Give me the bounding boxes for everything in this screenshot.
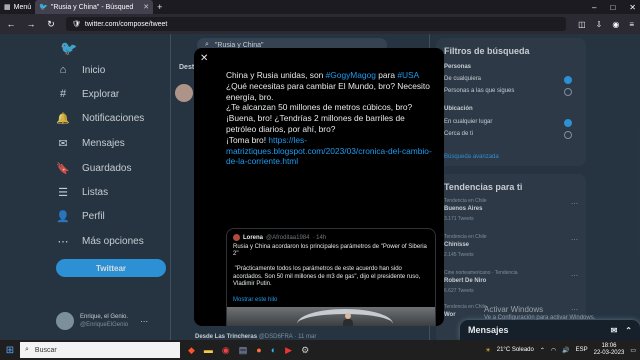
pocket-icon[interactable]: ◫ xyxy=(578,20,586,29)
file-explorer-icon[interactable]: ▬ xyxy=(204,345,213,356)
windows-activation-watermark: Activar Windows Ve a Configuración para … xyxy=(484,305,595,321)
downloads-icon[interactable]: ⇩ xyxy=(596,20,603,29)
menu-icon: ▦ xyxy=(4,4,11,11)
quoted-media-image[interactable] xyxy=(227,307,435,326)
clock-date: 22-03-2023 xyxy=(593,350,625,356)
quoted-text: Rusia y China acordaron los principales … xyxy=(233,244,427,288)
hashtag-link[interactable]: #GogyMagog xyxy=(326,70,376,80)
messages-title: Mensajes xyxy=(468,325,509,335)
tweet-text-part: ¿Qué necesitas para cambiar El Mundo, br… xyxy=(226,80,430,145)
avatar xyxy=(233,234,240,241)
compose-tweet-modal: ✕ China y Rusia unidas, son #GogyMagog p… xyxy=(194,48,444,326)
reload-icon[interactable]: ↻ xyxy=(46,19,56,30)
close-tab-icon[interactable]: ✕ xyxy=(143,3,149,11)
weather-icon: ☀ xyxy=(485,347,491,354)
activation-title: Activar Windows xyxy=(484,305,544,314)
wifi-icon[interactable]: ◠ xyxy=(551,347,556,354)
settings-icon[interactable]: ⚙ xyxy=(301,345,309,356)
close-icon[interactable]: ✕ xyxy=(200,53,208,64)
shield-icon: 🛡 xyxy=(72,21,81,28)
forward-icon[interactable]: → xyxy=(26,19,36,29)
volume-icon[interactable]: 🔊 xyxy=(562,347,569,354)
weather-text[interactable]: 21°C Soleado xyxy=(497,347,534,353)
hashtag-link[interactable]: #USA xyxy=(397,70,419,80)
address-row: ← → ↻ 🛡 twitter.com/compose/tweet ◫ ⇩ ◉ … xyxy=(0,14,640,34)
show-thread-link[interactable]: Mostrar este hilo xyxy=(233,297,277,303)
url-bar[interactable]: 🛡 twitter.com/compose/tweet xyxy=(66,17,566,31)
edge-icon[interactable]: ◐ xyxy=(271,345,276,356)
browser-tabbar: ▦ Menú 🐦 "Rusia y China" - Búsqued ✕ + –… xyxy=(0,0,640,14)
new-tab-button[interactable]: + xyxy=(157,2,162,12)
language-indicator[interactable]: ESP xyxy=(576,347,588,353)
menu-hamburger-icon[interactable]: ≡ xyxy=(629,20,634,29)
account-icon[interactable]: ◉ xyxy=(612,20,619,29)
quoted-author: Lorena xyxy=(243,234,264,241)
chevron-up-icon[interactable]: ⌃ xyxy=(625,326,632,335)
new-message-icon[interactable]: ✉ xyxy=(611,326,618,335)
chrome-icon[interactable]: ◉ xyxy=(222,345,230,356)
windows-start-icon[interactable]: ⊞ xyxy=(0,345,20,356)
brave-icon[interactable]: ◆ xyxy=(188,345,195,356)
windows-taskbar: ⊞ ⌕ Buscar ◆ ▬ ◉ ▤ ● ◐ ▶ ⚙ ☀ 21°C Solead… xyxy=(0,340,640,360)
tab-twitter-search[interactable]: 🐦 "Rusia y China" - Búsqued ✕ xyxy=(35,0,154,14)
maximize-icon[interactable]: □ xyxy=(610,3,615,12)
chevron-up-icon[interactable]: ⌃ xyxy=(540,347,545,354)
person-body-shape xyxy=(343,319,353,326)
clock[interactable]: 18:06 22-03-2023 xyxy=(594,343,625,357)
menu-tab[interactable]: ▦ Menú xyxy=(0,0,35,14)
minimize-icon[interactable]: – xyxy=(592,3,596,12)
back-icon[interactable]: ← xyxy=(6,19,16,29)
quoted-tweet[interactable]: Lorena @Afroditaa1984 · 14h Rusia y Chin… xyxy=(226,228,436,326)
search-placeholder: Buscar xyxy=(34,346,57,354)
notifications-icon[interactable]: ▭ xyxy=(630,347,636,354)
tweet-text-part: China y Rusia unidas, son xyxy=(226,70,326,80)
close-window-icon[interactable]: ✕ xyxy=(629,3,636,12)
clock-time: 18:06 xyxy=(601,343,617,349)
tweet-text-part: para xyxy=(375,70,398,80)
tweet-composer-text[interactable]: China y Rusia unidas, son #GogyMagog par… xyxy=(226,70,436,167)
url-text: twitter.com/compose/tweet xyxy=(84,20,168,28)
notepad-icon[interactable]: ▤ xyxy=(239,345,248,356)
quoted-tweet-header: Lorena @Afroditaa1984 · 14h xyxy=(233,234,326,241)
search-icon: ⌕ xyxy=(25,346,29,353)
taskbar-search-input[interactable]: ⌕ Buscar xyxy=(20,342,180,358)
twitter-favicon-icon: 🐦 xyxy=(39,4,48,11)
system-tray: ☀ 21°C Soleado ⌃ ◠ 🔊 ESP 18:06 22-03-202… xyxy=(485,343,640,357)
quoted-handle: @Afroditaa1984 xyxy=(266,234,310,241)
quoted-time: · 14h xyxy=(312,234,327,241)
firefox-icon[interactable]: ● xyxy=(256,345,261,356)
tab-label: Menú xyxy=(13,3,32,11)
messages-drawer[interactable]: Mensajes ✉ ⌃ xyxy=(460,320,640,340)
tab-label: "Rusia y China" - Búsqued xyxy=(50,3,134,11)
media-player-icon[interactable]: ▶ xyxy=(285,345,292,356)
